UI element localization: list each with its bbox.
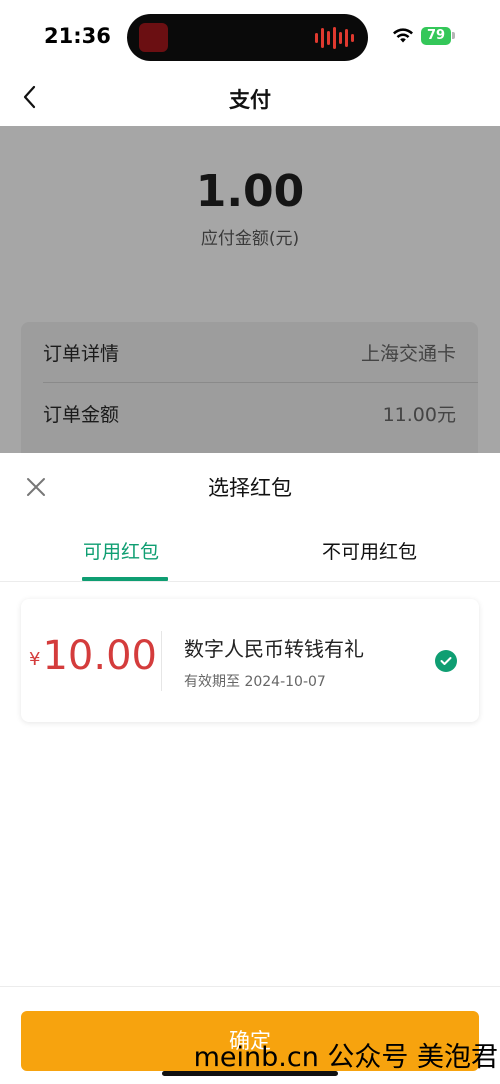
coupon-separator [161, 631, 162, 691]
home-indicator[interactable] [162, 1071, 338, 1076]
tab-divider [0, 581, 500, 582]
sheet-title: 选择红包 [208, 476, 292, 500]
payable-amount-label: 应付金额(元) [200, 229, 300, 249]
page-title: 支付 [229, 88, 271, 112]
battery-tip [452, 32, 455, 39]
order-amount-row: 订单金额 11.00元 [43, 383, 456, 443]
payment-summary-overlay: 1.00 应付金额(元) 订单详情 上海交通卡 订单金额 11.00元 [0, 126, 500, 453]
now-playing-artwork [139, 23, 168, 52]
coupon-expiry: 有效期至 2024-10-07 [184, 674, 326, 690]
order-detail-row: 订单详情 上海交通卡 [43, 322, 456, 382]
coupon-currency: ¥ [29, 649, 41, 670]
battery-icon: 79 [421, 27, 451, 45]
footer-divider [0, 986, 500, 987]
order-detail-value: 上海交通卡 [360, 342, 456, 365]
order-detail-label: 订单详情 [43, 342, 120, 365]
coupon-name: 数字人民币转钱有礼 [184, 637, 364, 661]
tab-available[interactable]: 可用红包 [83, 537, 159, 564]
red-packet-sheet: 选择红包 可用红包 不可用红包 ¥10.00 数字人民币转钱有礼 有效期至 20… [0, 453, 500, 1084]
coupon-card[interactable]: ¥10.00 数字人民币转钱有礼 有效期至 2024-10-07 [21, 599, 479, 722]
dynamic-island [127, 14, 368, 61]
coupon-amount: ¥10.00 [29, 633, 157, 679]
order-card: 订单详情 上海交通卡 订单金额 11.00元 [21, 322, 478, 453]
order-amount-label: 订单金额 [43, 403, 120, 426]
audio-waveform-icon [315, 26, 354, 50]
wifi-icon [393, 28, 413, 43]
coupon-value: 10.00 [42, 633, 157, 679]
payable-amount: 1.00 [195, 166, 305, 217]
order-amount-value: 11.00元 [382, 403, 456, 426]
nav-bar: 支付 [0, 70, 500, 126]
watermark-text: meinb.cn 公众号 美泡君 [193, 1042, 498, 1073]
check-icon[interactable] [435, 650, 457, 672]
tab-unavailable[interactable]: 不可用红包 [322, 537, 417, 564]
status-time: 21:36 [44, 24, 111, 48]
status-bar: 21:36 79 [0, 0, 500, 70]
